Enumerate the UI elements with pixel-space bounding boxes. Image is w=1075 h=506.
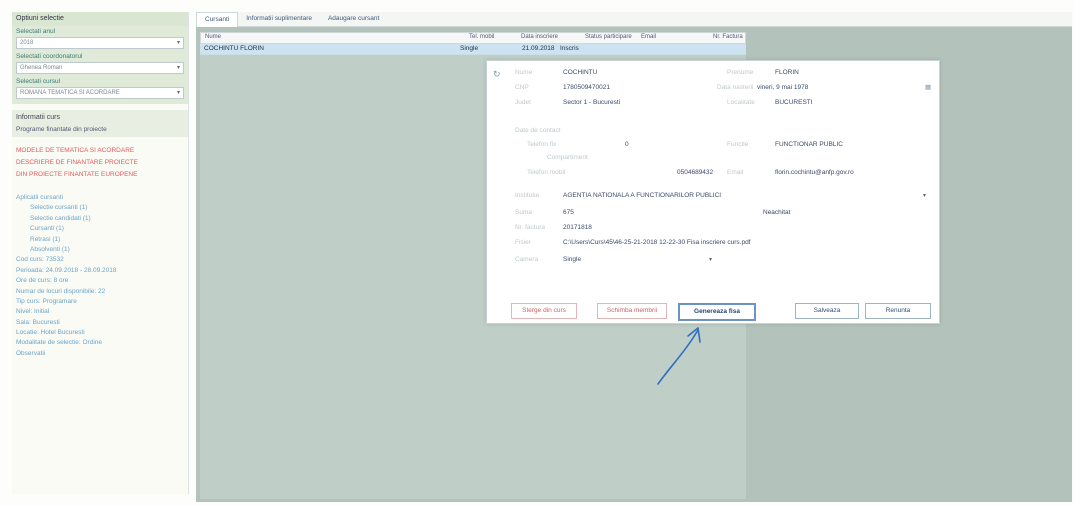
phone-label: Telefon fix xyxy=(527,141,557,148)
course-detail-item: Sala: Bucuresti xyxy=(16,318,60,326)
tab-bar: Cursanti Informatii suplimentare Adaugar… xyxy=(196,12,1072,27)
firstname-label: Prenume xyxy=(727,69,754,76)
email-value[interactable]: florin.cochintu@anfp.gov.ro xyxy=(775,169,854,176)
lastname-value[interactable]: COCHINTU xyxy=(563,69,597,76)
row-status: Inscris xyxy=(560,45,579,52)
institution-value[interactable]: AGENTIA NATIONALA A FUNCTIONARILOR PUBLI… xyxy=(563,192,721,199)
function-label: Functie xyxy=(727,141,749,148)
row-name: COCHINTU FLORIN xyxy=(204,45,264,52)
course-detail-item: Tip curs: Programare xyxy=(16,297,77,305)
tab-informatii-suplimentare[interactable]: Informatii suplimentare xyxy=(238,12,320,26)
course-title-line: MODELE DE TEMATICA SI ACORDARE xyxy=(16,147,135,154)
course-detail-item: Nivel: Initial xyxy=(16,308,50,316)
course-detail-item[interactable]: Cursanti (1) xyxy=(16,224,184,234)
row-date: 21.09.2018 xyxy=(522,45,555,52)
chevron-down-icon: ▾ xyxy=(176,65,180,71)
course-title-line: DIN PROIECTE FINANTATE EUROPENE xyxy=(16,171,138,178)
phone-value[interactable]: 0 xyxy=(625,141,629,148)
course-select[interactable]: ROMANA TEMATICA SI ACORDARE ▾ xyxy=(16,87,184,99)
participant-edit-dialog: ↻ Nume COCHINTU Prenume FLORIN CNP 17805… xyxy=(486,60,940,324)
file-label: Fisier xyxy=(515,239,531,246)
annotation-arrow xyxy=(657,327,701,385)
city-value[interactable]: BUCURESTI xyxy=(775,99,813,106)
cnp-label: CNP xyxy=(515,84,529,91)
year-select[interactable]: 2018 ▾ xyxy=(16,37,184,49)
course-select-value: ROMANA TEMATICA SI ACORDARE xyxy=(20,90,120,96)
coordinator-label: Selectati coordonatorul xyxy=(16,53,83,60)
row-type: Single xyxy=(460,45,479,52)
course-detail-item[interactable]: Retrasi (1) xyxy=(16,235,184,245)
course-detail-item: Modalitate de selectie: Ordine xyxy=(16,339,102,347)
chevron-down-icon[interactable]: ▾ xyxy=(709,256,712,263)
selection-options-panel: Optiuni selectie Selectati anul 2018 ▾ Se… xyxy=(12,12,188,104)
column-header[interactable]: Nr. Factura xyxy=(713,34,743,40)
year-label: Selectati anul xyxy=(16,28,56,35)
department-label: Compartiment xyxy=(547,154,588,161)
birthdate-label: Data nasterii xyxy=(717,84,754,91)
institution-label: Institutie xyxy=(515,192,540,199)
refresh-icon[interactable]: ↻ xyxy=(493,69,501,80)
invoice-value[interactable]: 20171818 xyxy=(563,224,592,231)
cancel-button[interactable]: Renunta xyxy=(865,303,931,319)
room-label: Camera xyxy=(515,256,539,263)
course-detail-item: Locatie: Hotel Bucuresti xyxy=(16,329,85,337)
course-detail-item: Aplicatii cursanti xyxy=(16,194,63,201)
email-label: Email xyxy=(727,169,744,176)
contact-section-label: Date de contact xyxy=(515,127,561,134)
course-detail-item: Ore de curs: 8 ore xyxy=(16,277,69,285)
course-detail-item[interactable]: Selectie candidati (1) xyxy=(16,214,184,224)
lastname-label: Nume xyxy=(515,69,533,76)
column-header[interactable]: Nume xyxy=(205,34,221,40)
course-label: Selectati cursul xyxy=(16,78,61,85)
tab-adaugare-cursant[interactable]: Adaugare cursant xyxy=(320,12,387,26)
course-detail-item: Observatii xyxy=(16,349,46,357)
course-detail-item[interactable]: Absolventi (1) xyxy=(16,245,184,255)
fee-status: Neachitat xyxy=(763,209,791,216)
year-select-value: 2018 xyxy=(20,40,34,46)
save-button[interactable]: Salveaza xyxy=(795,303,859,319)
city-label: Localitate xyxy=(727,99,755,106)
cnp-value[interactable]: 1780509470021 xyxy=(563,84,610,91)
selection-options-header: Optiuni selectie xyxy=(12,12,188,26)
coordinator-select[interactable]: Ghenea Roman ▾ xyxy=(16,62,184,74)
chevron-down-icon[interactable]: ▾ xyxy=(923,192,926,199)
course-detail-item: Perioada: 24.09.2018 - 28.09.2018 xyxy=(16,266,117,274)
sector-value[interactable]: Sector 1 - Bucuresti xyxy=(563,99,620,106)
course-detail-item: Numar de locuri disponibile: 22 xyxy=(16,287,106,295)
function-value[interactable]: FUNCTIONAR PUBLIC xyxy=(775,141,843,148)
firstname-value[interactable]: FLORIN xyxy=(775,69,799,76)
column-header[interactable]: Data inscriere xyxy=(521,34,558,40)
column-header[interactable]: Status participare xyxy=(585,34,632,40)
table-header: Nume Tel. mobil Data inscriere Status pa… xyxy=(200,32,746,44)
participants-table: Nume Tel. mobil Data inscriere Status pa… xyxy=(200,32,746,55)
tab-cursanti[interactable]: Cursanti xyxy=(196,12,239,27)
chevron-down-icon: ▾ xyxy=(176,90,180,96)
calendar-icon[interactable]: ▦ xyxy=(925,83,931,91)
sector-label: Judet xyxy=(515,99,531,106)
mobile-value[interactable]: 0504689432 xyxy=(677,169,713,176)
course-detail-item[interactable]: Selectie cursanti (1) xyxy=(16,203,184,213)
chevron-down-icon: ▾ xyxy=(176,40,180,46)
course-title-list: MODELE DE TEMATICA SI ACORDARE DESCRIERE… xyxy=(12,145,188,181)
coordinator-select-value: Ghenea Roman xyxy=(20,65,63,71)
birthdate-value[interactable]: vineri, 9 mai 1978 xyxy=(757,84,808,91)
course-details-list: Aplicatii cursanti Selectie cursanti (1) S… xyxy=(12,193,188,359)
invoice-label: Nr. factura xyxy=(515,224,545,231)
column-header[interactable]: Email xyxy=(641,34,656,40)
fee-label: Suma xyxy=(515,209,532,216)
generate-form-button[interactable]: Genereaza fisa xyxy=(678,303,756,321)
course-detail-item: Cod curs: 73532 xyxy=(16,256,64,264)
file-path[interactable]: C:\Users\Curs\45\46-25-21-2018 12-22-30 … xyxy=(563,239,751,246)
room-value[interactable]: Single xyxy=(563,256,581,263)
mobile-label: Telefon mobil xyxy=(527,169,566,176)
delete-from-course-button[interactable]: Sterge din curs xyxy=(511,303,577,319)
column-header[interactable]: Tel. mobil xyxy=(469,34,494,40)
sidebar: Optiuni selectie Selectati anul 2018 ▾ Se… xyxy=(12,12,189,494)
course-info-header: Informatii curs xyxy=(12,110,188,125)
course-info-value: Programe finantate din proiecte xyxy=(12,125,188,137)
change-members-button[interactable]: Schimba membrii xyxy=(597,303,667,319)
fee-value[interactable]: 675 xyxy=(563,209,574,216)
course-title-line: DESCRIERE DE FINANTARE PROIECTE xyxy=(16,159,138,166)
